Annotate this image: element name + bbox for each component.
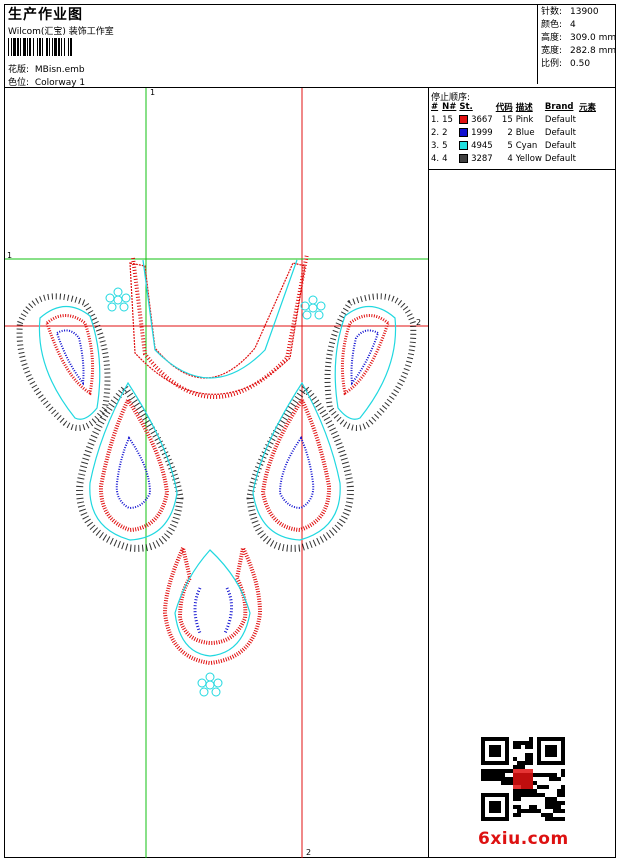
midright-teardrop-blue <box>278 435 315 510</box>
flower-icon <box>197 672 223 697</box>
stat-scale: 比例: 0.50 <box>541 59 591 69</box>
stat-colors: 颜色: 4 <box>541 20 576 30</box>
neckline-cyan-outline <box>142 259 298 379</box>
design-file-line: 花版: MBisn.emb <box>8 62 85 75</box>
design-file-value: MBisn.emb <box>34 65 85 75</box>
col-description: 描述 <box>515 103 533 113</box>
color-swatch <box>459 114 469 124</box>
side-panel-divider <box>428 87 429 858</box>
axis-label-top: 1 <box>150 88 156 97</box>
col-needle: N# <box>442 102 457 112</box>
color-swatch <box>459 153 469 163</box>
table-row: 1. 15 3667 15 Pink Default <box>431 114 576 125</box>
midright-teardrop-red <box>260 395 332 533</box>
bottom-teardrop-blue <box>193 587 233 634</box>
design-file-label: 花版: <box>8 65 30 75</box>
stat-stitches: 针数: 13900 <box>541 7 599 17</box>
right-paisley-red <box>340 314 390 396</box>
qr-code-image <box>481 737 565 821</box>
neckline-red-zigzag <box>129 262 306 395</box>
stop-sequence-table: # N# St. 代码 描述 Brand 元素 1. 15 3667 15 Pink… <box>431 101 599 165</box>
axis-label-right: 2 <box>416 318 422 327</box>
flower-icon <box>300 295 326 320</box>
left-paisley-blue <box>55 329 85 386</box>
page-title: 生产作业图 <box>8 7 83 23</box>
right-paisley-blue <box>350 329 380 386</box>
stat-width: 宽度: 282.8 mm <box>541 46 617 56</box>
watermark-logo: 6xiu.com <box>478 829 569 849</box>
col-stitches: St. <box>459 102 473 112</box>
barcode-image <box>8 38 72 56</box>
embroidery-preview <box>5 88 428 858</box>
color-swatch <box>459 127 469 137</box>
table-header-row: # N# St. 代码 描述 Brand 元素 <box>431 101 599 113</box>
col-index: # <box>431 102 439 112</box>
col-code: 代码 <box>495 103 513 113</box>
color-swatch <box>459 140 469 150</box>
company-name: Wilcom(汇宝) 装饰工作室 <box>8 27 114 37</box>
table-row: 3. 5 4945 5 Cyan Default <box>431 140 576 151</box>
bottom-teardrop-red <box>162 541 263 666</box>
axis-label-left: 1 <box>7 251 13 260</box>
left-paisley-red <box>45 314 95 396</box>
axis-label-bottom: 2 <box>306 848 312 857</box>
col-element: 元素 <box>578 103 596 113</box>
table-row: 4. 4 3287 4 Yellow Default <box>431 153 576 164</box>
midleft-teardrop-blue <box>115 435 152 510</box>
midleft-teardrop-red <box>98 395 170 533</box>
flower-icon <box>105 287 131 312</box>
stat-height: 高度: 309.0 mm <box>541 33 617 43</box>
col-brand: Brand <box>544 102 574 112</box>
stats-panel: 针数: 13900 颜色: 4 高度: 309.0 mm 宽度: 282.8 mm 比例… <box>537 4 616 84</box>
stop-table-divider <box>428 169 616 170</box>
table-row: 2. 2 1999 2 Blue Default <box>431 127 576 138</box>
